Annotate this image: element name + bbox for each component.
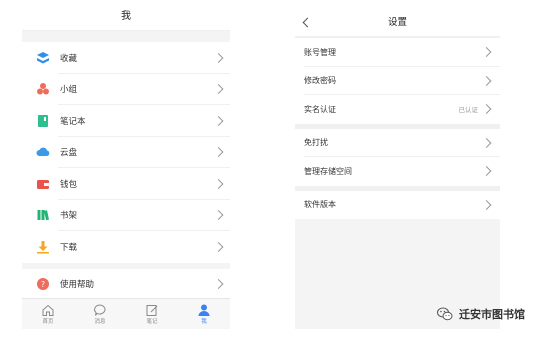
menu-label: 小组	[60, 84, 78, 95]
tab-me[interactable]: 我	[184, 303, 224, 325]
watermark: 迁安市图书馆	[436, 305, 525, 323]
verified-status: 已认证	[458, 107, 479, 115]
menu-label: 收藏	[60, 52, 78, 63]
tab-label: 消息	[94, 319, 106, 325]
chevron-right-icon	[481, 104, 492, 115]
chevron-right-icon	[481, 166, 492, 177]
bottom-tab-bar: 首页 消息 笔记 我	[22, 298, 230, 329]
chevron-right-icon	[481, 137, 492, 148]
back-arrow-icon[interactable]	[302, 17, 313, 28]
setting-storage[interactable]: 管理存储空间	[295, 157, 500, 186]
setting-label: 软件版本	[304, 200, 336, 210]
menu-label: 书架	[60, 210, 78, 221]
chevron-right-icon	[213, 115, 224, 126]
setting-label: 实名认证	[304, 104, 336, 114]
home-icon	[42, 304, 54, 316]
setting-do-not-disturb[interactable]: 免打扰	[295, 128, 500, 157]
page-title: 设置	[387, 17, 407, 28]
setting-label: 修改密码	[304, 76, 336, 86]
setting-label: 账号管理	[304, 47, 336, 57]
chevron-right-icon	[213, 279, 224, 290]
svg-text:?: ?	[41, 280, 45, 289]
user-icon	[198, 304, 210, 316]
note-edit-icon	[146, 305, 158, 316]
setting-account-management[interactable]: 账号管理	[295, 38, 500, 67]
tab-home[interactable]: 首页	[28, 303, 68, 325]
menu-label: 云盘	[60, 147, 78, 158]
group-icon	[36, 82, 50, 96]
setting-label: 免打扰	[304, 138, 328, 148]
bookshelf-icon	[36, 208, 50, 222]
settings-group-about: 软件版本	[295, 190, 500, 219]
settings-group-account: 账号管理 修改密码 实名认证 已认证	[295, 38, 500, 124]
setting-software-version[interactable]: 软件版本	[295, 190, 500, 219]
chevron-right-icon	[213, 178, 224, 189]
menu-label: 钱包	[60, 178, 78, 189]
menu-item-bookshelf[interactable]: 书架	[22, 200, 230, 232]
menu-item-download[interactable]: 下载	[22, 231, 230, 263]
chevron-right-icon	[481, 47, 492, 58]
menu-label: 使用帮助	[60, 279, 95, 290]
collect-icon	[36, 51, 50, 65]
menu-item-cloud[interactable]: 云盘	[22, 137, 230, 169]
menu-item-collect[interactable]: 收藏	[22, 42, 230, 74]
menu-label: 下载	[60, 241, 78, 252]
chevron-right-icon	[213, 241, 224, 252]
tab-message[interactable]: 消息	[80, 303, 120, 325]
notebook-icon	[36, 114, 50, 128]
tab-label: 我	[201, 319, 207, 325]
setting-real-name[interactable]: 实名认证 已认证	[295, 95, 500, 124]
help-icon: ?	[36, 277, 50, 291]
me-screen: 我 收藏 小组 笔记本 云盘 钱包 书架 下载 ? 使用帮助 首页 消息 笔记 …	[22, 0, 230, 329]
page-title: 我	[22, 0, 230, 31]
chevron-right-icon	[213, 52, 224, 63]
settings-screen: 设置 账号管理 修改密码 实名认证 已认证 免打扰 管理存储空间 软件版本	[295, 8, 500, 329]
menu-item-help[interactable]: ? 使用帮助	[22, 269, 230, 301]
chevron-right-icon	[481, 75, 492, 86]
cloud-icon	[36, 145, 50, 159]
settings-group-general: 免打扰 管理存储空间	[295, 128, 500, 186]
wechat-icon	[437, 307, 453, 321]
menu-item-wallet[interactable]: 钱包	[22, 168, 230, 200]
nav-bar: 设置	[295, 8, 500, 36]
chevron-right-icon	[481, 199, 492, 210]
setting-label: 管理存储空间	[304, 166, 352, 176]
tab-label: 首页	[42, 319, 54, 325]
chevron-right-icon	[213, 210, 224, 221]
chevron-right-icon	[213, 84, 224, 95]
menu-item-group[interactable]: 小组	[22, 74, 230, 106]
menu-label: 笔记本	[60, 115, 86, 126]
wallet-icon	[36, 177, 50, 191]
menu-item-notebook[interactable]: 笔记本	[22, 105, 230, 137]
download-icon	[36, 240, 50, 254]
message-icon	[94, 304, 106, 316]
tab-notes[interactable]: 笔记	[132, 303, 172, 325]
watermark-text: 迁安市图书馆	[459, 309, 525, 321]
chevron-right-icon	[213, 147, 224, 158]
setting-change-password[interactable]: 修改密码	[295, 66, 500, 95]
tab-label: 笔记	[146, 319, 158, 325]
